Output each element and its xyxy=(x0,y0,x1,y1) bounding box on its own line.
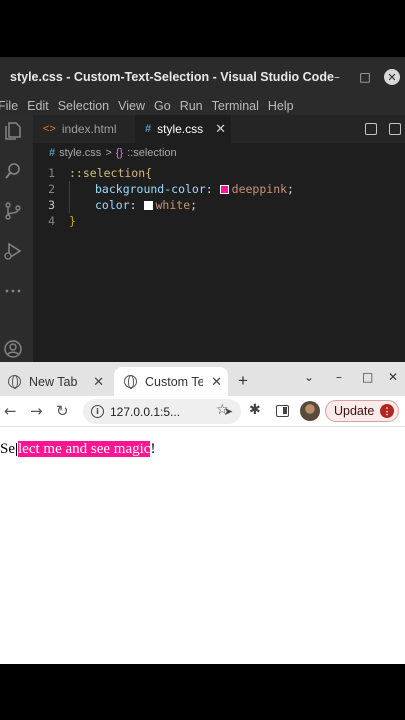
editor-actions xyxy=(365,115,405,143)
menu-selection[interactable]: Selection xyxy=(58,99,109,113)
css-file-icon: # xyxy=(145,123,152,135)
minimize-button[interactable]: – xyxy=(336,370,342,384)
css-property: color xyxy=(95,198,130,212)
tab-close-icon[interactable]: ✕ xyxy=(215,121,226,137)
menu-bar: File Edit Selection View Go Run Terminal… xyxy=(0,97,405,115)
reload-button[interactable]: ↻ xyxy=(56,402,69,420)
code-line: 4 } xyxy=(33,213,405,229)
browser-tab-new-tab[interactable]: New Tab ✕ xyxy=(8,367,110,396)
site-info-icon[interactable]: i xyxy=(91,405,104,418)
avatar[interactable] xyxy=(300,401,320,421)
browser-tab-custom-text[interactable]: Custom Text Selection ✕ xyxy=(114,367,228,396)
maximize-button[interactable]: □ xyxy=(358,57,372,97)
code-line: 1 ::selection{ xyxy=(33,165,405,181)
css-value: deeppink xyxy=(231,182,288,196)
explorer-icon[interactable] xyxy=(3,121,23,141)
css-property: background-color xyxy=(95,182,206,196)
source-control-icon[interactable] xyxy=(3,201,23,221)
forward-button[interactable]: → xyxy=(30,402,43,420)
symbol-icon: {} xyxy=(115,147,124,159)
account-icon[interactable] xyxy=(3,339,23,359)
search-icon[interactable] xyxy=(3,161,23,181)
tab-style-css[interactable]: # style.css ✕ xyxy=(135,115,231,143)
editor-tabs: <> index.html # style.css ✕ xyxy=(33,115,405,143)
url-text: 127.0.0.1:5... xyxy=(110,404,181,419)
side-panel-icon[interactable] xyxy=(276,405,289,417)
indent-guide xyxy=(69,197,95,213)
semicolon: ; xyxy=(190,198,198,212)
breadcrumb-symbol[interactable]: ::selection xyxy=(127,147,177,159)
chrome-icon xyxy=(8,375,21,389)
html-file-icon: <> xyxy=(43,123,56,135)
split-editor-icon[interactable] xyxy=(389,123,401,135)
browser-tab-label: Custom Text Selection xyxy=(145,374,203,389)
tab-close-icon[interactable]: ✕ xyxy=(211,374,222,390)
line-number: 1 xyxy=(48,166,55,180)
css-value: white xyxy=(155,198,191,212)
text-suffix: ! xyxy=(150,441,156,457)
update-button[interactable]: Update ⋮ xyxy=(325,400,399,422)
tab-index-html[interactable]: <> index.html xyxy=(33,115,135,143)
run-debug-icon[interactable] xyxy=(3,241,23,261)
maximize-button[interactable]: □ xyxy=(362,370,373,384)
css-file-icon: # xyxy=(49,147,56,159)
minimize-button[interactable]: – xyxy=(330,57,344,97)
page-content: Se lect me and see magic! xyxy=(0,427,405,664)
menu-view[interactable]: View xyxy=(118,99,145,113)
code-text: } xyxy=(69,214,76,228)
menu-terminal[interactable]: Terminal xyxy=(212,99,259,113)
browser-tabstrip: New Tab ✕ Custom Text Selection ✕ + ⌄ – … xyxy=(0,362,405,396)
new-tab-button[interactable]: + xyxy=(238,371,248,391)
text-prefix: Se xyxy=(0,441,15,457)
breadcrumb: # style.css > {} ::selection xyxy=(33,143,405,163)
code-text: ::selection{ xyxy=(69,166,153,180)
update-label: Update xyxy=(334,404,375,418)
browser-toolbar: ← → ↻ i 127.0.0.1:5... ➤ ☆ ✱ Update ⋮ xyxy=(0,396,405,427)
more-icon[interactable] xyxy=(3,281,23,301)
tab-label: index.html xyxy=(61,122,117,136)
semicolon: ; xyxy=(287,182,294,196)
color-swatch[interactable] xyxy=(219,184,229,194)
globe-icon xyxy=(124,375,137,389)
tab-label: style.css xyxy=(157,122,204,136)
close-window-button[interactable]: ✕ xyxy=(383,57,401,97)
menu-run[interactable]: Run xyxy=(180,99,203,113)
colon: : xyxy=(129,198,137,212)
text-cursor xyxy=(16,443,17,457)
open-changes-icon[interactable] xyxy=(365,123,377,135)
indent-guide xyxy=(69,181,95,197)
vscode-window: style.css - Custom-Text-Selection - Visu… xyxy=(0,57,405,362)
selected-text: lect me and see magic xyxy=(18,441,151,457)
close-icon: ✕ xyxy=(384,69,400,85)
extensions-icon[interactable]: ✱ xyxy=(249,402,261,418)
close-window-button[interactable]: ✕ xyxy=(388,370,398,384)
browser-tab-label: New Tab xyxy=(29,374,78,389)
breadcrumb-separator: > xyxy=(105,147,112,159)
code-editor[interactable]: 1 ::selection{ 2 background-color : deep… xyxy=(33,163,405,229)
vscode-titlebar: style.css - Custom-Text-Selection - Visu… xyxy=(0,57,405,97)
menu-file[interactable]: File xyxy=(0,99,18,113)
browser-window: New Tab ✕ Custom Text Selection ✕ + ⌄ – … xyxy=(0,362,405,664)
menu-help[interactable]: Help xyxy=(268,99,294,113)
editor-group: <> index.html # style.css ✕ # style.css … xyxy=(33,115,405,362)
code-line: 3 color : white ; xyxy=(33,197,405,213)
demo-paragraph[interactable]: Se lect me and see magic! xyxy=(0,441,155,458)
back-button[interactable]: ← xyxy=(4,402,17,420)
activity-bar xyxy=(0,115,33,362)
bookmark-star-icon[interactable]: ☆ xyxy=(216,402,229,418)
line-number: 2 xyxy=(48,182,55,196)
colon: : xyxy=(205,182,213,196)
color-swatch[interactable] xyxy=(143,200,153,210)
tab-close-icon[interactable]: ✕ xyxy=(93,374,104,390)
code-line: 2 background-color : deeppink ; xyxy=(33,181,405,197)
line-number: 4 xyxy=(48,214,55,228)
window-title: style.css - Custom-Text-Selection - Visu… xyxy=(10,70,334,84)
tab-search-icon[interactable]: ⌄ xyxy=(304,370,314,384)
menu-go[interactable]: Go xyxy=(154,99,171,113)
breadcrumb-file[interactable]: style.css xyxy=(59,147,101,159)
line-number: 3 xyxy=(48,198,55,212)
workbench: <> index.html # style.css ✕ # style.css … xyxy=(0,115,405,362)
menu-kebab-icon: ⋮ xyxy=(380,404,394,418)
menu-edit[interactable]: Edit xyxy=(27,99,49,113)
